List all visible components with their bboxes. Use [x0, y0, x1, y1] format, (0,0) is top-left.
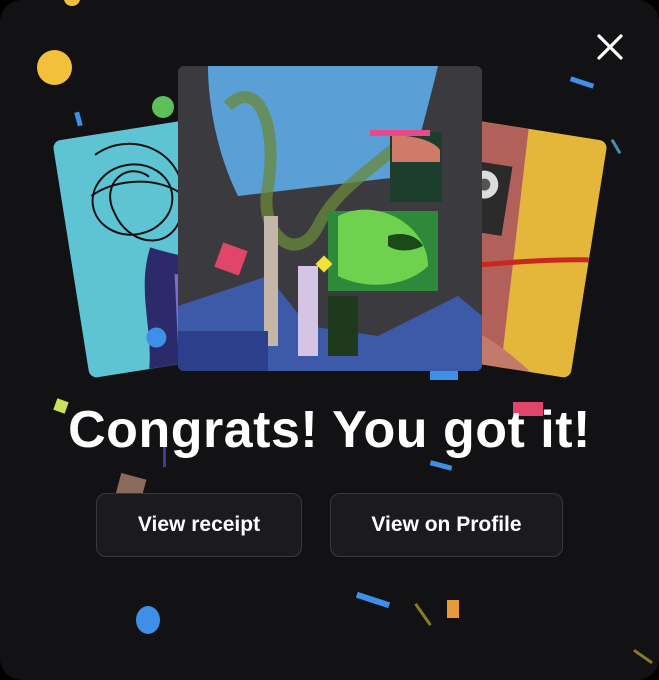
confetti-strip	[569, 76, 595, 89]
confetti-strip	[610, 138, 622, 155]
artwork-card-main	[178, 66, 482, 371]
confetti-dot	[37, 50, 72, 85]
congrats-heading: Congrats! You got it!	[68, 401, 591, 459]
confetti-strip	[74, 111, 83, 127]
view-receipt-button[interactable]: View receipt	[96, 493, 302, 557]
confetti-strip	[414, 602, 432, 627]
confetti-dot	[64, 0, 80, 6]
confetti-strip	[355, 591, 391, 609]
confetti-strip	[429, 460, 453, 471]
close-button[interactable]	[595, 32, 625, 62]
confetti-square	[447, 600, 459, 618]
close-icon	[597, 34, 623, 60]
view-on-profile-button[interactable]: View on Profile	[330, 493, 563, 557]
confetti-strip	[633, 648, 653, 665]
confetti-dot	[152, 96, 174, 118]
confetti-dot	[136, 606, 160, 634]
success-dialog: Congrats! You got it! View receipt View …	[0, 0, 659, 680]
